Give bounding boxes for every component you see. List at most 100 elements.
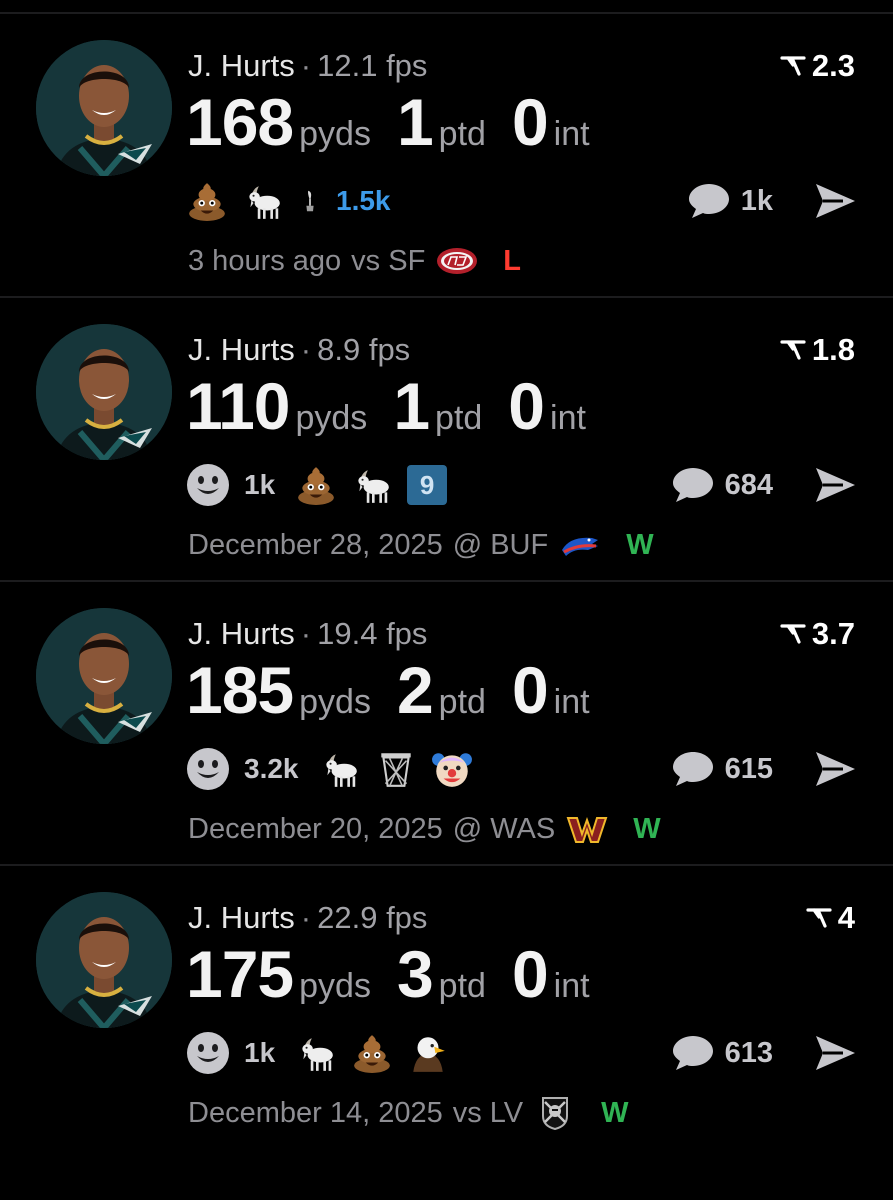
fps-value: 22.9 fps <box>317 900 428 935</box>
share-icon[interactable] <box>813 181 857 221</box>
share-icon[interactable] <box>813 749 857 789</box>
player-name[interactable]: J. Hurts <box>188 48 295 83</box>
passing-td-unit: ptd <box>438 967 486 1005</box>
fps-value: 19.4 fps <box>317 616 428 651</box>
passing-yards-unit: pyds <box>299 115 371 153</box>
interceptions-unit: int <box>550 399 586 437</box>
game-meta: December 14, 2025 vs LV W <box>188 1096 628 1130</box>
player-avatar[interactable] <box>36 608 172 744</box>
post-card[interactable]: J. Hurts · 8.9 fps 1.8 110 pyds 1 ptd 0 int 1… <box>0 298 893 582</box>
score-icon <box>780 55 806 77</box>
game-meta: December 20, 2025 @ WAS W <box>188 812 661 846</box>
smiley-icon[interactable] <box>186 463 230 507</box>
score-value: 3.7 <box>811 616 855 651</box>
reaction-count: 3.2k <box>244 753 299 784</box>
post-time: 3 hours ago <box>188 244 342 277</box>
comment-count: 613 <box>724 1036 773 1069</box>
post-time: December 28, 2025 <box>188 528 443 561</box>
passing-td-unit: ptd <box>435 399 483 437</box>
post-actions: 615 <box>671 746 857 792</box>
reaction-count: 1k <box>244 1037 276 1068</box>
stat-line: 168 pyds 1 ptd 0 int <box>186 84 590 160</box>
player-name[interactable]: J. Hurts <box>188 900 295 935</box>
passing-yards-value: 185 <box>186 653 294 727</box>
game-result: W <box>626 528 654 561</box>
comment-count: 1k <box>740 184 773 217</box>
matchup: @ WAS <box>452 812 556 845</box>
goat-emoji-icon[interactable] <box>242 180 284 222</box>
post-card[interactable]: J. Hurts · 19.4 fps 3.7 185 pyds 2 ptd 0 int … <box>0 582 893 866</box>
post-header: J. Hurts · 12.1 fps <box>188 48 427 84</box>
separator: · <box>300 48 312 83</box>
passing-td-unit: ptd <box>438 115 486 153</box>
interceptions-value: 0 <box>511 653 549 727</box>
player-name[interactable]: J. Hurts <box>188 616 295 651</box>
score-badge: 1.8 <box>780 332 855 368</box>
post-card[interactable]: J. Hurts · 22.9 fps 4 175 pyds 3 ptd 0 int 1k… <box>0 866 893 1148</box>
score-badge: 3.7 <box>780 616 855 652</box>
stat-line: 185 pyds 2 ptd 0 int <box>186 652 590 728</box>
score-icon <box>780 623 806 645</box>
share-icon[interactable] <box>813 465 857 505</box>
trophy-emoji-icon[interactable] <box>298 180 322 222</box>
fps-value: 8.9 fps <box>317 332 411 367</box>
reactions-bar[interactable]: 1k <box>186 1030 449 1076</box>
poop-emoji-icon[interactable] <box>351 1032 393 1074</box>
reaction-count: 1k <box>244 469 276 500</box>
post-time: December 14, 2025 <box>188 1096 443 1129</box>
post-actions: 684 <box>671 462 857 508</box>
clown-emoji-icon[interactable] <box>431 748 473 790</box>
number-9-badge-icon[interactable]: 9 <box>407 465 448 505</box>
interceptions-value: 0 <box>508 369 545 443</box>
reactions-bar[interactable]: 1k 9 <box>186 462 448 508</box>
game-meta: December 28, 2025 @ BUF W <box>188 528 654 562</box>
reaction-count: 1.5k <box>336 185 391 216</box>
comment-icon[interactable] <box>671 749 715 789</box>
raiders-logo-icon <box>533 1096 577 1130</box>
reactions-bar[interactable]: 3.2k <box>186 746 473 792</box>
post-card[interactable]: J. Hurts · 12.1 fps 2.3 168 pyds 1 ptd 0 int … <box>0 14 893 298</box>
game-result: L <box>503 244 522 277</box>
comment-icon[interactable] <box>671 1033 715 1073</box>
game-meta: 3 hours ago vs SF L <box>188 244 521 278</box>
comment-count: 615 <box>724 752 773 785</box>
post-header: J. Hurts · 19.4 fps <box>188 616 427 652</box>
passing-td-unit: ptd <box>438 683 486 721</box>
eagle-emoji-icon[interactable] <box>407 1032 449 1074</box>
fps-value: 12.1 fps <box>317 48 428 83</box>
interceptions-unit: int <box>553 967 590 1005</box>
player-name[interactable]: J. Hurts <box>188 332 295 367</box>
player-avatar[interactable] <box>36 40 172 176</box>
goat-emoji-icon[interactable] <box>319 748 361 790</box>
player-avatar[interactable] <box>36 324 172 460</box>
share-icon[interactable] <box>813 1033 857 1073</box>
commanders-logo-icon <box>565 812 609 846</box>
reactions-bar[interactable]: 1.5k <box>186 178 391 224</box>
poop-emoji-icon[interactable] <box>295 464 337 506</box>
goat-emoji-icon[interactable] <box>295 1032 337 1074</box>
smiley-icon[interactable] <box>186 1031 230 1075</box>
smiley-icon[interactable] <box>186 747 230 791</box>
goat-emoji-icon[interactable] <box>351 464 393 506</box>
separator: · <box>300 616 312 651</box>
score-badge: 2.3 <box>780 48 855 84</box>
post-header: J. Hurts · 22.9 fps <box>188 900 427 936</box>
post-header: J. Hurts · 8.9 fps <box>188 332 410 368</box>
49ers-logo-icon <box>435 244 479 278</box>
player-avatar[interactable] <box>36 892 172 1028</box>
post-feed: J. Hurts · 12.1 fps 2.3 168 pyds 1 ptd 0 int … <box>0 14 893 1148</box>
poop-emoji-icon[interactable] <box>186 180 228 222</box>
basketball-hoop-emoji-icon[interactable] <box>375 748 417 790</box>
matchup: vs SF <box>351 244 426 277</box>
interceptions-unit: int <box>553 115 590 153</box>
passing-td-value: 2 <box>396 653 434 727</box>
comment-icon[interactable] <box>671 465 715 505</box>
interceptions-value: 0 <box>511 937 549 1011</box>
passing-yards-unit: pyds <box>299 683 371 721</box>
score-badge: 4 <box>806 900 855 936</box>
passing-yards-unit: pyds <box>295 399 368 437</box>
comment-icon[interactable] <box>687 181 731 221</box>
post-actions: 613 <box>671 1030 857 1076</box>
separator: · <box>300 332 312 367</box>
post-actions: 1k <box>687 178 857 224</box>
